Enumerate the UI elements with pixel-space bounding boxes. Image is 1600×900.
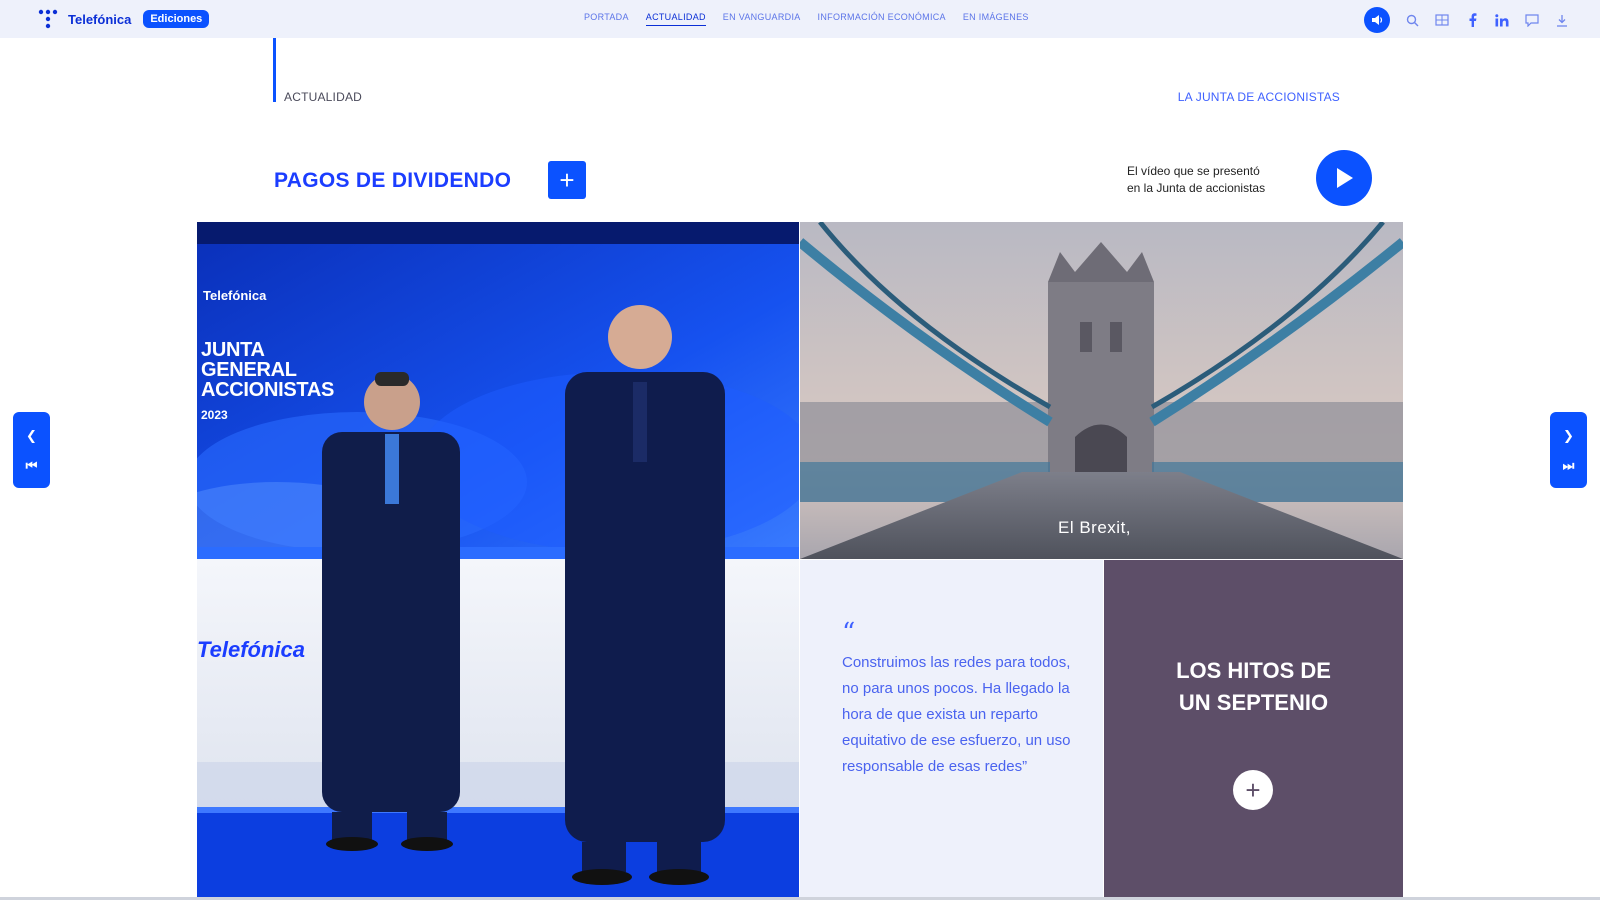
nav-item-informacion-economica[interactable]: Información económica [818,12,946,26]
screen-line-junta: JUNTA [201,339,265,361]
section-label: ACTUALIDAD [284,90,363,104]
junta-accionistas-link[interactable]: LA JUNTA DE ACCIONISTAS [1178,90,1340,104]
video-description-line2: en la Junta de accionistas [1127,181,1266,195]
hitos-title-line1: LOS HITOS DE [1176,658,1331,683]
skip-previous-icon: ⏮ [25,457,38,473]
facebook-icon[interactable] [1464,12,1480,28]
next-article-button[interactable]: ❯ ⏭ [1550,412,1587,488]
brand-name: Telefónica [68,11,132,27]
telefonica-logo-icon [38,9,58,29]
audio-icon [1372,15,1383,25]
screen-line-accionistas: ACCIONISTAS [201,379,334,401]
top-navigation-bar: Telefónica Ediciones Portada Actualidad … [0,0,1600,38]
audio-button[interactable] [1364,7,1390,33]
hitos-septenio-card[interactable]: LOS HITOS DE UN SEPTENIO + [1104,560,1403,900]
junta-accionistas-photo: Telefónica JUNTA GENERAL ACCIONISTAS 202… [197,222,799,900]
pagos-dividendo-expand-button[interactable]: + [548,161,586,199]
hitos-title: LOS HITOS DE UN SEPTENIO [1104,655,1403,719]
search-icon[interactable] [1404,12,1420,28]
video-description: El vídeo que se presentó en la Junta de … [1127,163,1265,197]
download-icon[interactable] [1554,12,1570,28]
play-icon [1337,168,1353,188]
podium-brand-text: Telefónica [197,637,305,662]
page: Telefónica Ediciones Portada Actualidad … [0,0,1600,900]
section-accent-bar [273,38,276,102]
nav-item-en-imagenes[interactable]: En imágenes [963,12,1029,26]
chevron-left-icon: ❮ [26,427,37,443]
screen-brand-text: Telefónica [203,288,267,303]
nav-item-actualidad[interactable]: Actualidad [645,12,706,26]
brexit-video-frame[interactable] [800,222,1403,559]
hitos-title-line2: UN SEPTENIO [1178,690,1329,715]
top-icons [1364,7,1570,33]
screen-headline: JUNTA GENERAL ACCIONISTAS [201,340,334,400]
linkedin-icon[interactable] [1494,12,1510,28]
video-play-button[interactable] [1316,150,1372,206]
screen-year: 2023 [201,408,228,422]
skip-next-icon: ⏭ [1562,457,1575,473]
quote-mark-icon: “ [842,618,856,648]
brexit-caption: El Brexit, [1058,518,1132,537]
menu-grid-icon[interactable] [1434,12,1450,28]
chat-icon[interactable] [1524,12,1540,28]
brand[interactable]: Telefónica Ediciones [36,8,210,30]
quote-text: Construimos las redes para todos, no par… [842,654,1071,775]
quote-card: “ Construimos las redes para todos, no p… [800,560,1103,900]
main-nav: Portada Actualidad En vanguardia Informa… [584,12,1029,26]
junta-photo-illustration [197,222,799,900]
video-description-line1: El vídeo que se presentó [1127,164,1260,178]
pagos-dividendo-title: PAGOS DE DIVIDENDO [274,169,512,192]
chevron-right-icon: ❯ [1563,427,1574,443]
hitos-expand-button[interactable]: + [1233,770,1273,810]
previous-article-button[interactable]: ❮ ⏮ [13,412,50,488]
screen-line-general: GENERAL [201,359,297,381]
nav-item-portada[interactable]: Portada [584,12,629,26]
ediciones-badge[interactable]: Ediciones [143,10,210,28]
tower-bridge-illustration [800,222,1403,559]
nav-item-en-vanguardia[interactable]: En vanguardia [723,12,801,26]
